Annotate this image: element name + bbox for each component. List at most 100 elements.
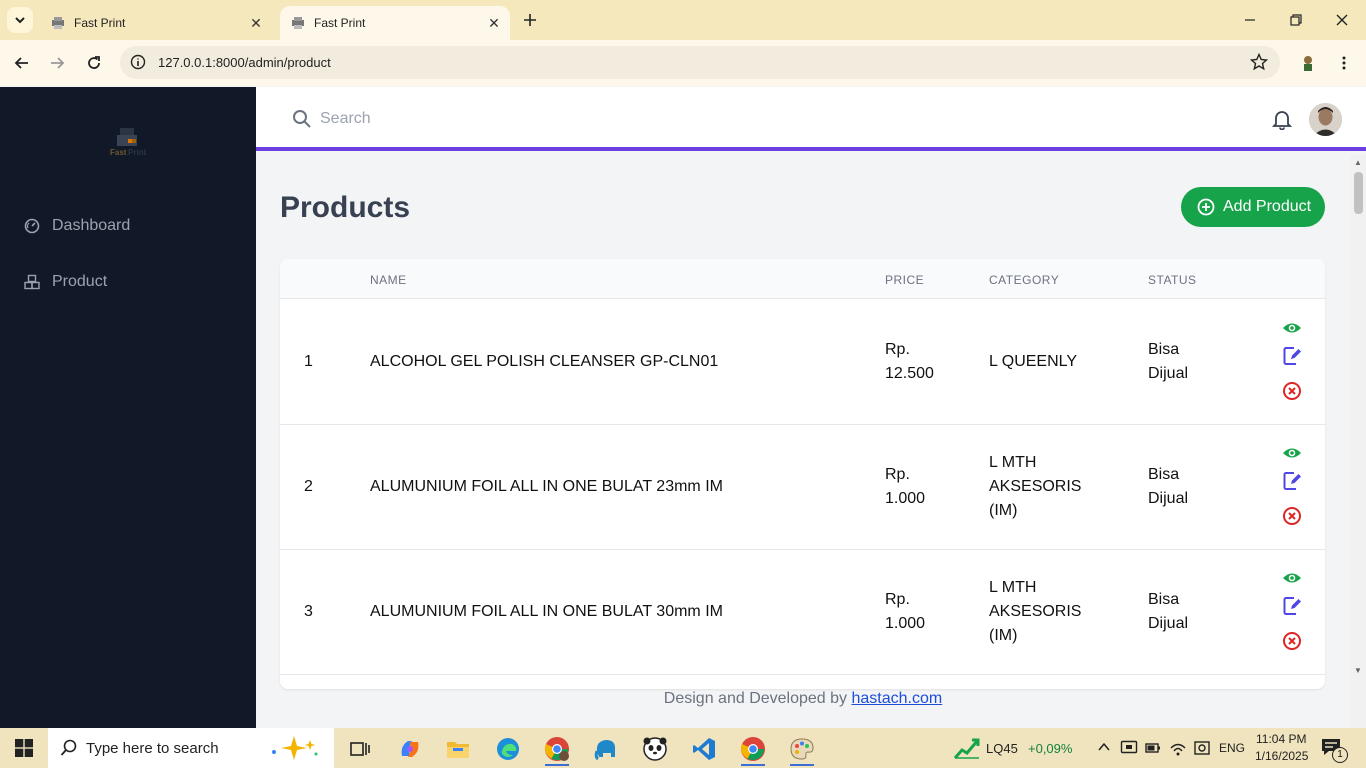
wifi-icon[interactable] (1169, 739, 1187, 757)
price-currency: Rp. (885, 591, 910, 608)
notification-badge: 1 (1332, 747, 1348, 763)
search-icon (60, 739, 77, 756)
scroll-down-icon[interactable]: ▼ (1354, 667, 1362, 675)
user-profile-icon (1304, 56, 1312, 71)
minimize-button[interactable] (1238, 8, 1262, 32)
edge-browser-icon (497, 738, 519, 760)
view-eye-icon[interactable] (1282, 568, 1302, 588)
sidebar-item-product[interactable]: Product (24, 270, 107, 294)
search-icon (293, 110, 311, 128)
product-price: Rp. 1.000 (885, 588, 925, 636)
battery-icon[interactable] (1144, 739, 1162, 757)
status-line: Bisa (1148, 591, 1180, 608)
price-amount: 12.500 (885, 365, 934, 382)
file-explorer-app[interactable] (438, 732, 478, 766)
product-name: ALUMUNIUM FOIL ALL IN ONE BULAT 30mm IM (370, 603, 723, 620)
product-price: Rp. 12.500 (885, 338, 934, 386)
elephant-app[interactable] (586, 732, 626, 766)
browser-tab-1[interactable]: Fast Print ✕ (40, 6, 272, 40)
chrome-app[interactable] (733, 732, 773, 766)
product-name: ALCOHOL GEL POLISH CLEANSER GP-CLN01 (370, 353, 719, 370)
forward-button[interactable] (44, 50, 70, 76)
page-scrollbar[interactable]: ▲ ▼ (1350, 155, 1366, 728)
scroll-thumb[interactable] (1354, 172, 1363, 214)
view-eye-icon[interactable] (1282, 318, 1302, 338)
product-name: ALUMUNIUM FOIL ALL IN ONE BULAT 23mm IM (370, 478, 723, 495)
restore-button[interactable] (1284, 8, 1308, 32)
column-header-category: CATEGORY (989, 273, 1060, 287)
delete-icon[interactable] (1282, 381, 1302, 401)
boxes-icon (24, 274, 40, 290)
edit-icon[interactable] (1282, 596, 1302, 616)
category-line: (IM) (989, 627, 1018, 644)
search-highlight-icon (272, 736, 318, 760)
start-button[interactable] (0, 728, 48, 768)
close-tab-icon[interactable]: ✕ (484, 13, 504, 33)
new-tab-button[interactable] (518, 8, 542, 32)
chrome-profile-app[interactable] (537, 732, 577, 766)
clock-time[interactable]: 11:04 PM (1256, 732, 1306, 746)
vscode-app[interactable] (684, 732, 724, 766)
edit-icon[interactable] (1282, 471, 1302, 491)
product-category: L MTH AKSESORIS (IM) (989, 576, 1081, 648)
status-line: Bisa (1148, 466, 1180, 483)
clock-date[interactable]: 1/16/2025 (1255, 749, 1308, 763)
fastprint-logo: Fast Print (108, 127, 148, 159)
product-status: Bisa Dijual (1148, 338, 1188, 386)
task-view-button[interactable] (340, 732, 380, 766)
delete-icon[interactable] (1282, 506, 1302, 526)
edit-icon[interactable] (1282, 346, 1302, 366)
site-info-icon[interactable] (128, 52, 148, 72)
price-amount: 1.000 (885, 615, 926, 632)
volume-icon[interactable] (1193, 739, 1211, 757)
extension-button[interactable] (1295, 50, 1321, 76)
close-window-button[interactable] (1330, 8, 1354, 32)
category-line: AKSESORIS (989, 478, 1082, 495)
tab-search-button[interactable] (7, 7, 33, 33)
windows-taskbar: Type here to search LQ45 +0,09% ENG 11:0… (0, 728, 1366, 768)
edge-app[interactable] (488, 732, 528, 766)
table-row: 1 ALCOHOL GEL POLISH CLEANSER GP-CLN01 R… (280, 300, 1325, 425)
reload-button[interactable] (81, 50, 107, 76)
language-indicator[interactable]: ENG (1219, 741, 1245, 755)
delete-icon[interactable] (1282, 631, 1302, 651)
tab-title: Fast Print (74, 16, 126, 30)
footer-link[interactable]: hastach.com (851, 690, 942, 707)
status-line: Dijual (1148, 365, 1189, 382)
avatar[interactable] (1309, 103, 1342, 136)
minimize-icon (1245, 19, 1255, 21)
view-eye-icon[interactable] (1282, 443, 1302, 463)
browser-menu-button[interactable] (1331, 50, 1357, 76)
arrow-left-icon (14, 57, 28, 69)
bookmark-star-icon[interactable] (1250, 53, 1268, 71)
copilot-app[interactable] (390, 732, 430, 766)
browser-tab-2[interactable]: Fast Print ✕ (280, 6, 510, 40)
bell-icon[interactable] (1271, 108, 1293, 130)
add-product-label: Add Product (1223, 198, 1312, 215)
add-product-button[interactable]: Add Product (1181, 187, 1325, 227)
panda-app[interactable] (635, 732, 675, 766)
chevron-up-icon[interactable] (1098, 742, 1110, 752)
plus-circle-icon (1197, 198, 1215, 216)
column-header-status: STATUS (1148, 273, 1197, 287)
close-icon (1336, 14, 1348, 26)
footer-text: Design and Developed by (663, 690, 848, 707)
arrow-right-icon (51, 57, 65, 69)
notification-center-button[interactable]: 1 (1320, 737, 1348, 763)
meet-now-icon[interactable] (1120, 739, 1138, 757)
close-tab-icon[interactable]: ✕ (246, 13, 266, 33)
plus-icon (524, 14, 536, 26)
windows-logo-icon (15, 739, 33, 757)
paint-app[interactable] (782, 732, 822, 766)
restore-icon (1290, 14, 1302, 26)
svg-text:Print: Print (128, 148, 147, 157)
taskbar-search-box[interactable]: Type here to search (48, 728, 334, 768)
address-bar[interactable]: 127.0.0.1:8000/admin/product (120, 46, 1280, 79)
stock-chart-icon[interactable] (954, 737, 980, 759)
sidebar-item-dashboard[interactable]: Dashboard (24, 214, 130, 238)
category-line: L MTH (989, 454, 1037, 471)
back-button[interactable] (9, 50, 35, 76)
user-photo-icon (1309, 103, 1342, 136)
scroll-up-icon[interactable]: ▲ (1354, 159, 1362, 167)
search-input[interactable] (320, 105, 720, 133)
